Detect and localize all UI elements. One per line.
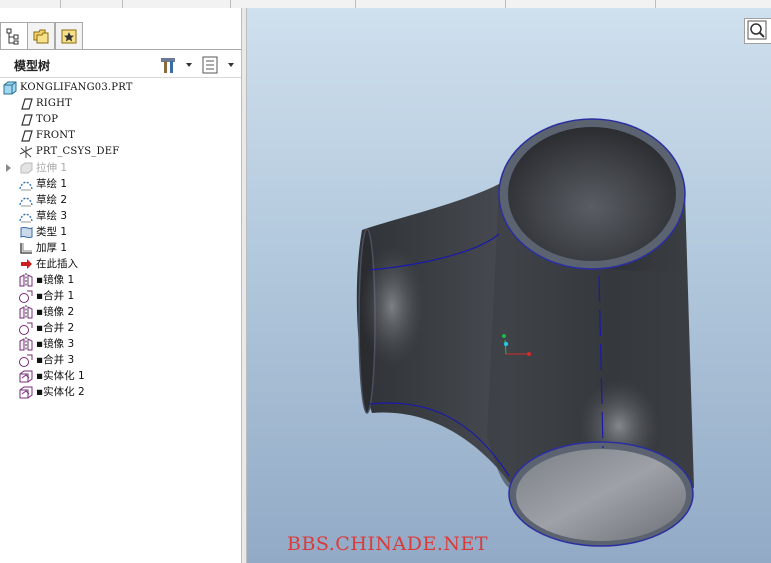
mirror-icon <box>18 304 34 320</box>
tee-pipe-model <box>356 118 694 547</box>
tree-item-label: FRONT <box>36 130 76 141</box>
tree-item[interactable]: RIGHT <box>0 96 241 112</box>
watermark-text: BBS.CHINADE.NET <box>287 533 489 555</box>
merge-icon <box>18 288 34 304</box>
tree-item[interactable]: ▪合并 2 <box>0 320 241 336</box>
tree-show-button[interactable] <box>200 55 238 75</box>
tree-item-label: ▪镜像 1 <box>36 274 75 286</box>
navigator-tabs <box>0 22 241 56</box>
view-zoom-button[interactable] <box>744 18 771 44</box>
thicken-icon <box>18 240 34 256</box>
tree-item-label: ▪合并 2 <box>36 322 75 334</box>
magnifier-icon <box>747 20 767 40</box>
datum-plane-icon <box>18 128 34 144</box>
tree-item[interactable]: ▪镜像 1 <box>0 272 241 288</box>
insert-here-arrow-icon <box>18 256 34 272</box>
tree-item-label: TOP <box>36 114 59 125</box>
model-tree-header: 模型树 <box>0 53 241 78</box>
tree-item-label: ▪合并 1 <box>36 290 75 302</box>
tree-item[interactable]: TOP <box>0 112 241 128</box>
tree-item[interactable]: ▪合并 3 <box>0 352 241 368</box>
tree-item-label: PRT_CSYS_DEF <box>36 146 120 157</box>
tree-item[interactable]: 在此插入 <box>0 256 241 272</box>
model-tree-title: 模型树 <box>14 59 51 73</box>
toolbar-separator <box>655 0 656 8</box>
tree-item-label: 草绘 2 <box>36 194 68 206</box>
tree-item-label: ▪镜像 3 <box>36 338 75 350</box>
tree-item-label: 草绘 3 <box>36 210 68 222</box>
toolbar-separator <box>230 0 231 8</box>
tree-item[interactable]: 加厚 1 <box>0 240 241 256</box>
tree-item[interactable]: 草绘 1 <box>0 176 241 192</box>
mirror-icon <box>18 336 34 352</box>
tree-item[interactable]: 草绘 3 <box>0 208 241 224</box>
coordinate-system-icon <box>18 144 34 160</box>
solidify-icon <box>18 368 34 384</box>
tree-item-label: 类型 1 <box>36 226 68 238</box>
tree-item-label: ▪实体化 1 <box>36 370 85 382</box>
tree-item[interactable]: PRT_CSYS_DEF <box>0 144 241 160</box>
tab-divider <box>0 49 241 50</box>
tools-icon <box>161 58 192 73</box>
solidify-icon <box>18 384 34 400</box>
model-tree-icon <box>6 28 19 45</box>
tree-item[interactable]: ▪实体化 2 <box>0 384 241 400</box>
top-opening-inner <box>508 127 676 261</box>
tree-item[interactable]: ▪镜像 2 <box>0 304 241 320</box>
sketch-icon <box>18 176 34 192</box>
mirror-icon <box>18 272 34 288</box>
tree-item[interactable]: KONGLIFANG03.PRT <box>0 80 241 96</box>
sketch-icon <box>18 192 34 208</box>
tree-item-label: 草绘 1 <box>36 178 68 190</box>
tree-item-label: ▪实体化 2 <box>36 386 85 398</box>
tree-item[interactable]: 类型 1 <box>0 224 241 240</box>
tree-item-label: 加厚 1 <box>36 242 68 254</box>
tree-item-label: RIGHT <box>36 98 72 109</box>
part-icon <box>2 80 18 96</box>
sketch-icon <box>18 208 34 224</box>
tree-item-label: 在此插入 <box>36 258 78 270</box>
tree-settings-button[interactable] <box>158 55 196 75</box>
tree-item-label: ▪合并 3 <box>36 354 75 366</box>
toolbar-separator <box>505 0 506 8</box>
tree-item[interactable]: ▪镜像 3 <box>0 336 241 352</box>
folder-icon <box>33 29 49 44</box>
toolbar-separator <box>60 0 61 8</box>
tab-favorites[interactable] <box>55 22 83 49</box>
boundary-blend-icon <box>18 224 34 240</box>
list-icon <box>202 56 234 74</box>
tree-item[interactable]: 拉伸 1 <box>0 160 241 176</box>
tree-item-label: 拉伸 1 <box>36 162 68 174</box>
tree-item[interactable]: 草绘 2 <box>0 192 241 208</box>
favorites-icon <box>61 29 77 44</box>
tree-item[interactable]: ▪实体化 1 <box>0 368 241 384</box>
tree-item[interactable]: FRONT <box>0 128 241 144</box>
datum-plane-icon <box>18 112 34 128</box>
tree-item-label: ▪镜像 2 <box>36 306 75 318</box>
datum-plane-icon <box>18 96 34 112</box>
toolbar-separator <box>122 0 123 8</box>
expand-arrow-icon[interactable] <box>3 160 13 176</box>
tree-item[interactable]: ▪合并 1 <box>0 288 241 304</box>
bottom-opening-inner <box>516 449 686 541</box>
merge-icon <box>18 320 34 336</box>
navigator-panel: 模型树 KONGLIFANG03.PRT RIGHT TOP FRONT PRT_CSY… <box>0 8 241 563</box>
tree-item-label: KONGLIFANG03.PRT <box>20 82 133 93</box>
merge-icon <box>18 352 34 368</box>
toolbar-separator <box>355 0 356 8</box>
tab-model-tree[interactable] <box>0 22 28 50</box>
tab-folder-browser[interactable] <box>27 22 55 49</box>
extrude-icon <box>18 160 34 176</box>
graphics-viewport[interactable]: BBS.CHINADE.NET <box>247 8 771 563</box>
